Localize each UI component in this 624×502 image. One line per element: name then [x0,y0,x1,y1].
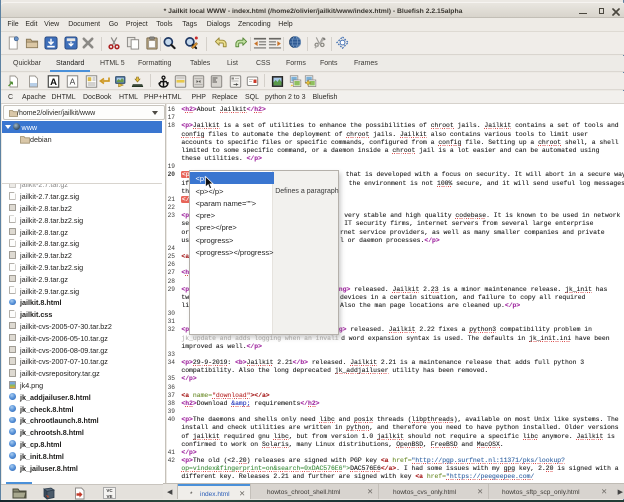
svg-text:A: A [50,77,57,88]
svg-text:A: A [70,76,76,86]
